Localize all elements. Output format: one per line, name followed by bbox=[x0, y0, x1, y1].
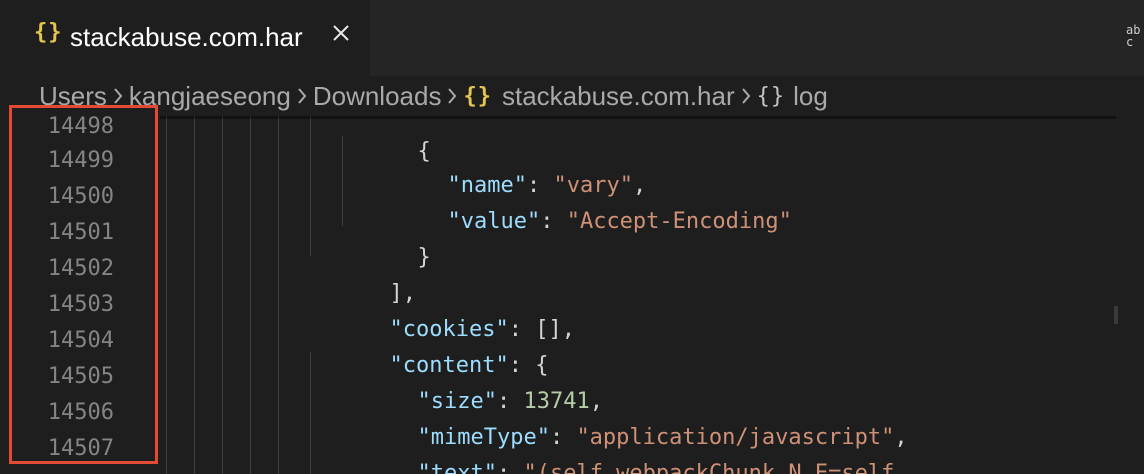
token-colon: : bbox=[496, 461, 524, 474]
token-brace: } bbox=[417, 245, 431, 270]
object-icon: {} bbox=[756, 83, 786, 109]
close-icon[interactable] bbox=[326, 18, 356, 48]
breadcrumb-item-downloads[interactable]: Downloads bbox=[313, 81, 442, 112]
code-line: "name": "vary", bbox=[368, 148, 646, 198]
json-file-icon: {} bbox=[463, 83, 492, 109]
code-line: "mimeType": "application/javascript", bbox=[338, 400, 907, 450]
indent-guide bbox=[166, 116, 167, 474]
code-line: ], bbox=[310, 256, 416, 306]
chevron-right-icon bbox=[441, 76, 463, 116]
code-line: "value": "Accept-Encoding" bbox=[368, 184, 791, 234]
breadcrumb: Users kangjaeseong Downloads {} stackabu… bbox=[0, 76, 1144, 116]
tab-stackabuse-har[interactable]: {} stackabuse.com.har bbox=[0, 0, 370, 76]
tab-bar: {} stackabuse.com.har ab c bbox=[0, 0, 1144, 76]
indent-guide bbox=[310, 116, 311, 256]
scroll-marker bbox=[1114, 306, 1118, 324]
indent-guide bbox=[278, 116, 279, 474]
chevron-right-icon bbox=[291, 76, 313, 116]
vertical-scrollbar[interactable] bbox=[1114, 116, 1144, 474]
chevron-right-icon bbox=[735, 76, 757, 116]
code-line: "content": { bbox=[310, 328, 548, 378]
action-label-bottom: c bbox=[1126, 35, 1134, 49]
code-line: "text": "(self.webpackChunk_N_E=self. bbox=[338, 436, 908, 474]
code-line: "size": 13741, bbox=[338, 364, 602, 414]
token-colon: : bbox=[540, 209, 567, 234]
code-line: } bbox=[338, 220, 430, 270]
indent-guide bbox=[250, 116, 251, 474]
token-string: "(self.webpackChunk_N_E=self. bbox=[523, 461, 908, 474]
json-file-icon: {} bbox=[34, 20, 63, 45]
indent-guide bbox=[222, 116, 223, 474]
code-line: "cookies": [], bbox=[310, 292, 574, 342]
code-editor[interactable]: 14498 14499 14500 14501 14502 14503 1450… bbox=[0, 116, 1144, 474]
token-key: "value" bbox=[447, 209, 541, 234]
line-number-highlight-box bbox=[9, 105, 158, 464]
breadcrumb-item-file[interactable]: stackabuse.com.har bbox=[502, 81, 735, 112]
indent-guide bbox=[194, 116, 195, 474]
token-key: "text" bbox=[417, 461, 497, 474]
code-line: { bbox=[338, 116, 430, 164]
token-string: "Accept-Encoding" bbox=[566, 209, 792, 234]
code-area[interactable]: { "name": "vary", "value": "Accept-Encod… bbox=[160, 116, 1144, 474]
breadcrumb-item-log[interactable]: log bbox=[793, 81, 828, 112]
token-punct: , bbox=[561, 317, 575, 342]
replace-action-icon[interactable]: ab c bbox=[1126, 24, 1144, 54]
tab-title: stackabuse.com.har bbox=[70, 22, 303, 52]
scroll-shadow bbox=[160, 116, 1116, 119]
